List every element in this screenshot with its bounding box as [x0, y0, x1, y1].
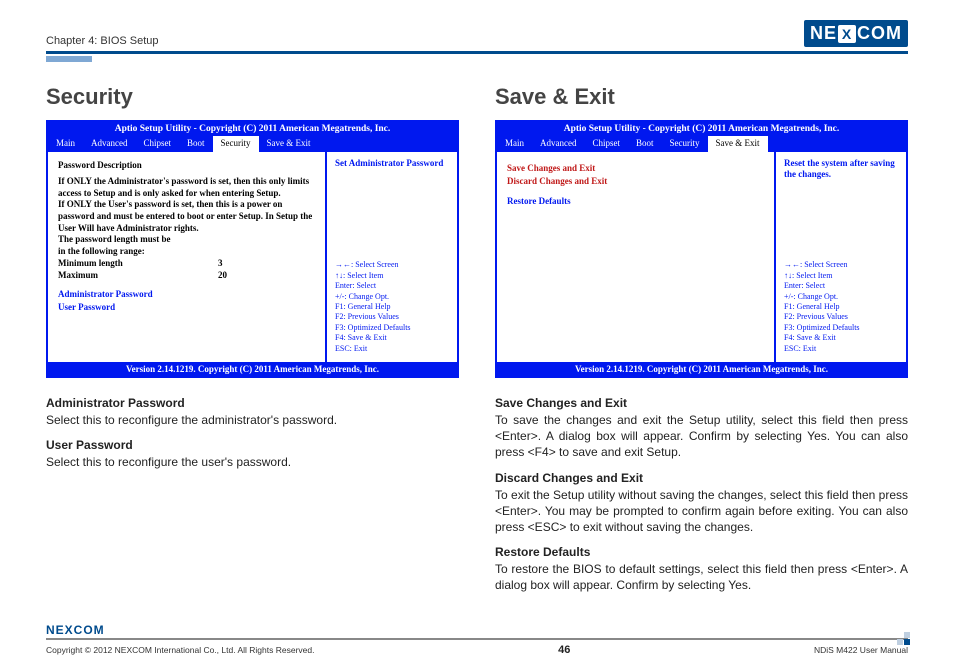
desc-body-user-password: Select this to reconfigure the user's pa… — [46, 454, 459, 470]
bios-window-security: Aptio Setup Utility - Copyright (C) 2011… — [46, 120, 459, 378]
tab-main[interactable]: Main — [48, 136, 83, 152]
bios-main-panel: Save Changes and Exit Discard Changes an… — [497, 152, 776, 362]
key-row: Enter: Select — [784, 281, 898, 291]
desc-body-save-exit: To save the changes and exit the Setup u… — [495, 412, 908, 461]
key-row: →←: Select Screen — [784, 260, 898, 270]
bios-footer: Version 2.14.1219. Copyright (C) 2011 Am… — [497, 362, 906, 376]
tab-security[interactable]: Security — [213, 136, 259, 152]
key-row: Enter: Select — [335, 281, 449, 291]
bios-side-panel: Reset the system after saving the change… — [776, 152, 906, 362]
key-row: →←: Select Screen — [335, 260, 449, 270]
tab-chipset[interactable]: Chipset — [584, 136, 628, 152]
bios-item-save-exit[interactable]: Save Changes and Exit — [507, 163, 764, 173]
tab-advanced[interactable]: Advanced — [83, 136, 135, 152]
header-rule — [46, 51, 908, 54]
footer-squares-icon — [896, 633, 910, 643]
bios-side-panel: Set Administrator Password →←: Select Sc… — [327, 152, 457, 362]
logo-text-right: COM — [857, 23, 902, 44]
max-length-label: Maximum — [58, 270, 218, 282]
key-row: F3: Optimized Defaults — [335, 323, 449, 333]
footer-manual-name: NDiS M422 User Manual — [814, 645, 908, 655]
tab-save-exit[interactable]: Save & Exit — [259, 136, 319, 152]
key-row: ESC: Exit — [784, 344, 898, 354]
bios-help-text: Set Administrator Password — [335, 158, 449, 169]
desc-heading-discard-exit: Discard Changes and Exit — [495, 471, 908, 485]
footer-logo: NEXCOM — [46, 623, 105, 637]
max-length-value: 20 — [218, 270, 227, 282]
tab-advanced[interactable]: Advanced — [532, 136, 584, 152]
brand-logo: NE X COM — [804, 20, 908, 47]
key-row: F1: General Help — [335, 302, 449, 312]
bios-title: Aptio Setup Utility - Copyright (C) 2011… — [497, 122, 906, 136]
bios-main-panel: Password Description If ONLY the Adminis… — [48, 152, 327, 362]
tab-boot[interactable]: Boot — [628, 136, 662, 152]
section-title-security: Security — [46, 84, 459, 110]
password-description-heading: Password Description — [58, 160, 315, 170]
min-length-value: 3 — [218, 258, 223, 270]
section-title-save-exit: Save & Exit — [495, 84, 908, 110]
bios-tabs: Main Advanced Chipset Boot Security Save… — [497, 136, 906, 152]
bios-tabs: Main Advanced Chipset Boot Security Save… — [48, 136, 457, 152]
tab-main[interactable]: Main — [497, 136, 532, 152]
bios-help-text: Reset the system after saving the change… — [784, 158, 898, 181]
desc-body-admin-password: Select this to reconfigure the administr… — [46, 412, 459, 428]
desc-heading-user-password: User Password — [46, 438, 459, 452]
key-row: +/-: Change Opt. — [784, 292, 898, 302]
min-length-label: Minimum length — [58, 258, 218, 270]
key-row: ESC: Exit — [335, 344, 449, 354]
bios-footer: Version 2.14.1219. Copyright (C) 2011 Am… — [48, 362, 457, 376]
bios-item-discard-exit[interactable]: Discard Changes and Exit — [507, 176, 764, 186]
bios-title: Aptio Setup Utility - Copyright (C) 2011… — [48, 122, 457, 136]
logo-text-left: NE — [810, 23, 837, 44]
footer-rule — [46, 638, 908, 640]
desc-heading-save-exit: Save Changes and Exit — [495, 396, 908, 410]
key-row: F2: Previous Values — [335, 312, 449, 322]
bios-key-legend: →←: Select Screen ↑↓: Select Item Enter:… — [784, 260, 898, 354]
page-number: 46 — [558, 644, 570, 656]
key-row: F4: Save & Exit — [335, 333, 449, 343]
desc-body-discard-exit: To exit the Setup utility without saving… — [495, 487, 908, 536]
key-row: ↑↓: Select Item — [335, 271, 449, 281]
key-row: F2: Previous Values — [784, 312, 898, 322]
chapter-label: Chapter 4: BIOS Setup — [46, 35, 159, 47]
desc-heading-restore-defaults: Restore Defaults — [495, 545, 908, 559]
bios-key-legend: →←: Select Screen ↑↓: Select Item Enter:… — [335, 260, 449, 354]
footer-copyright: Copyright © 2012 NEXCOM International Co… — [46, 645, 314, 655]
bios-item-restore-defaults[interactable]: Restore Defaults — [507, 196, 764, 206]
key-row: ↑↓: Select Item — [784, 271, 898, 281]
tab-boot[interactable]: Boot — [179, 136, 213, 152]
header-accent-tab — [46, 56, 92, 62]
desc-heading-admin-password: Administrator Password — [46, 396, 459, 410]
tab-security[interactable]: Security — [662, 136, 708, 152]
key-row: F3: Optimized Defaults — [784, 323, 898, 333]
key-row: +/-: Change Opt. — [335, 292, 449, 302]
logo-x-icon: X — [838, 25, 856, 43]
bios-item-user-password[interactable]: User Password — [58, 302, 315, 312]
tab-chipset[interactable]: Chipset — [135, 136, 179, 152]
desc-body-restore-defaults: To restore the BIOS to default settings,… — [495, 561, 908, 593]
bios-window-save-exit: Aptio Setup Utility - Copyright (C) 2011… — [495, 120, 908, 378]
password-description-body: If ONLY the Administrator's password is … — [58, 176, 315, 258]
tab-save-exit[interactable]: Save & Exit — [708, 136, 768, 152]
key-row: F1: General Help — [784, 302, 898, 312]
bios-item-admin-password[interactable]: Administrator Password — [58, 289, 315, 299]
key-row: F4: Save & Exit — [784, 333, 898, 343]
